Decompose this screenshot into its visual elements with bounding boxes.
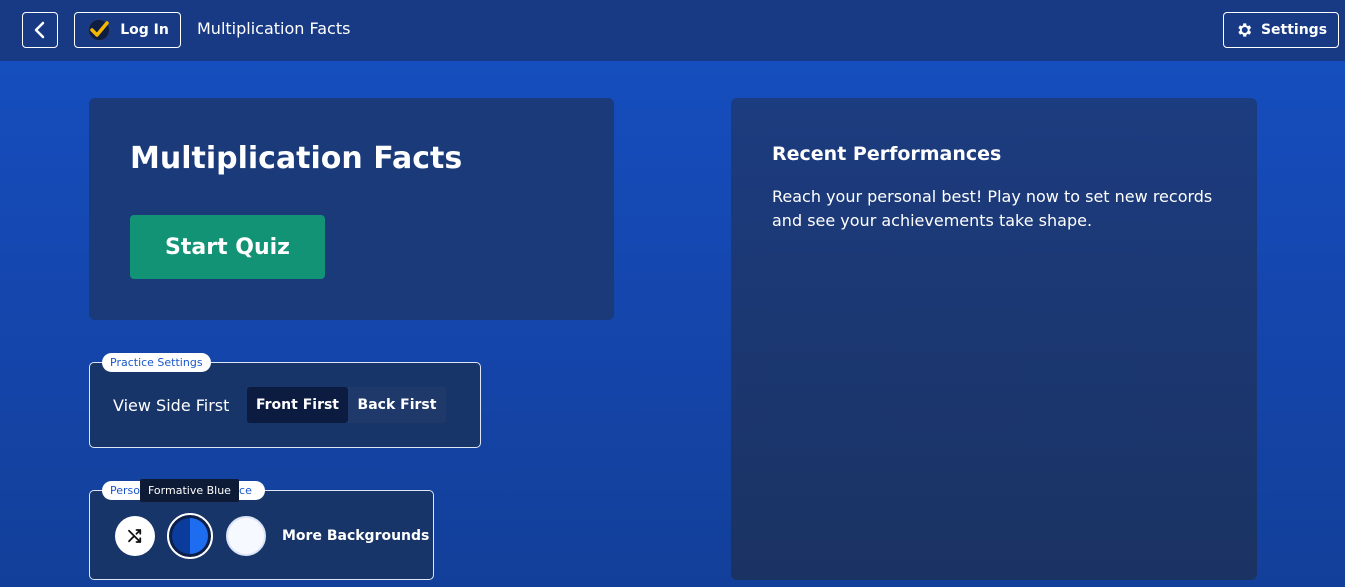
front-first-option[interactable]: Front First [247, 387, 348, 423]
settings-button[interactable]: Settings [1223, 12, 1339, 48]
login-label: Log In [120, 22, 169, 38]
personalize-legend-start: Perso [110, 484, 140, 497]
shuffle-icon [128, 529, 142, 543]
recent-performances-message: Reach your personal best! Play now to se… [772, 187, 1213, 230]
swatch-tooltip: Formative Blue [140, 479, 239, 502]
chevron-left-icon [34, 21, 45, 39]
back-first-option[interactable]: Back First [348, 387, 446, 423]
view-side-toggle: Front First Back First [247, 387, 446, 423]
more-backgrounds-button[interactable]: More Backgrounds [282, 528, 429, 544]
top-bar: Log In Multiplication Facts Settings [0, 0, 1345, 61]
start-quiz-button[interactable]: Start Quiz [130, 215, 325, 279]
recent-performances-title: Recent Performances [772, 143, 1002, 165]
settings-label: Settings [1260, 22, 1328, 38]
formative-blue-swatch[interactable] [167, 513, 213, 559]
login-button[interactable]: Log In [74, 12, 181, 48]
formative-blue-swatch-fill [172, 518, 208, 554]
shuffle-background-button[interactable] [115, 516, 155, 556]
recent-performances-panel: Recent Performances Reach your personal … [731, 98, 1257, 580]
practice-settings-box: Practice Settings View Side First Front … [89, 353, 481, 448]
white-background-swatch[interactable] [226, 516, 266, 556]
gear-icon [1238, 23, 1252, 37]
quiz-title: Multiplication Facts [130, 141, 463, 176]
practice-settings-legend: Practice Settings [102, 353, 211, 372]
back-button[interactable] [22, 12, 58, 48]
view-side-first-label: View Side First [113, 396, 230, 415]
quiz-panel: Multiplication Facts Start Quiz [89, 98, 614, 320]
personalize-box: Perso ice More Backgrounds [89, 481, 434, 580]
checkmark-badge-icon [87, 18, 112, 42]
page-title: Multiplication Facts [197, 19, 351, 38]
